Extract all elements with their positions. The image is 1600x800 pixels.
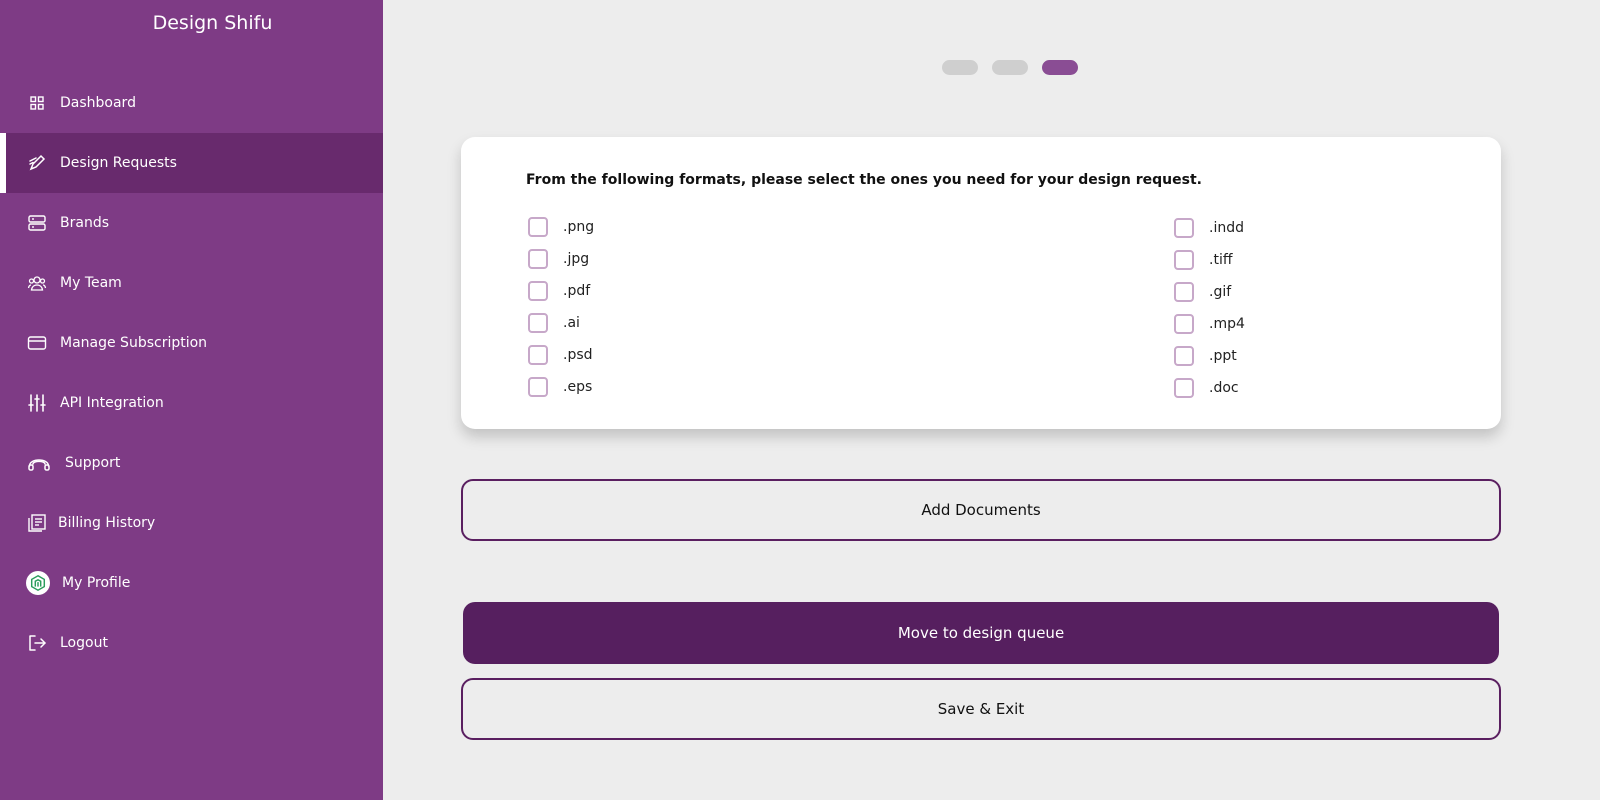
brand-title: Design Shifu: [152, 12, 273, 34]
format-label: .ppt: [1209, 348, 1237, 364]
format-option-eps[interactable]: .eps: [528, 377, 592, 397]
team-icon: [27, 273, 47, 293]
format-label: .gif: [1209, 284, 1232, 300]
sidebar-item-support[interactable]: Support: [0, 433, 383, 493]
format-option-pdf[interactable]: .pdf: [528, 281, 590, 301]
format-question: From the following formats, please selec…: [526, 172, 1202, 188]
format-label: .pdf: [563, 283, 591, 299]
checkbox[interactable]: [528, 217, 548, 237]
headset-icon: [27, 453, 51, 473]
checkbox[interactable]: [528, 345, 548, 365]
sidebar-item-label: Logout: [60, 635, 108, 651]
checkbox[interactable]: [528, 281, 548, 301]
sidebar-item-label: Brands: [60, 215, 109, 231]
format-label: .indd: [1209, 220, 1244, 236]
sidebar-item-brands[interactable]: Brands: [0, 193, 383, 253]
sidebar-item-billing-history[interactable]: Billing History: [0, 493, 383, 553]
checkbox[interactable]: [528, 313, 548, 333]
sliders-icon: [27, 393, 47, 413]
format-option-mp4[interactable]: .mp4: [1174, 314, 1245, 334]
checkbox[interactable]: [1174, 250, 1194, 270]
sidebar-item-dashboard[interactable]: Dashboard: [0, 73, 383, 133]
receipt-icon: [27, 513, 47, 533]
format-label: .ai: [563, 315, 580, 331]
format-option-ppt[interactable]: .ppt: [1174, 346, 1237, 366]
logout-icon: [27, 633, 47, 653]
checkbox[interactable]: [1174, 346, 1194, 366]
sidebar-item-label: Design Requests: [60, 155, 177, 171]
sidebar-item-label: Support: [65, 455, 121, 471]
sidebar-item-label: My Profile: [62, 575, 131, 591]
sidebar-item-design-requests[interactable]: Design Requests: [0, 133, 383, 193]
pen-icon: [27, 153, 47, 173]
sidebar-item-label: Manage Subscription: [60, 335, 208, 351]
step-dot-3-active: [1042, 60, 1078, 75]
checkbox[interactable]: [1174, 378, 1194, 398]
add-documents-button[interactable]: Add Documents: [461, 479, 1501, 541]
checkbox[interactable]: [1174, 218, 1194, 238]
avatar-icon: [26, 571, 50, 595]
format-label: .tiff: [1209, 252, 1233, 268]
checkbox[interactable]: [528, 249, 548, 269]
sidebar-item-label: API Integration: [60, 395, 164, 411]
sidebar-item-label: Dashboard: [60, 95, 136, 111]
format-option-ai[interactable]: .ai: [528, 313, 580, 333]
sidebar-item-logout[interactable]: Logout: [0, 613, 383, 673]
format-option-tiff[interactable]: .tiff: [1174, 250, 1232, 270]
format-option-jpg[interactable]: .jpg: [528, 249, 589, 269]
checkbox[interactable]: [528, 377, 548, 397]
sidebar-nav: Dashboard Design Requests Brands My Team…: [0, 73, 383, 673]
format-option-png[interactable]: .png: [528, 217, 594, 237]
format-label: .jpg: [563, 251, 590, 267]
sidebar-item-my-profile[interactable]: My Profile: [0, 553, 383, 613]
card-icon: [27, 333, 47, 353]
format-option-doc[interactable]: .doc: [1174, 378, 1239, 398]
format-label: .mp4: [1209, 316, 1245, 332]
move-to-design-queue-button[interactable]: Move to design queue: [463, 602, 1499, 664]
sidebar-item-api-integration[interactable]: API Integration: [0, 373, 383, 433]
save-exit-button[interactable]: Save & Exit: [461, 678, 1501, 740]
checkbox[interactable]: [1174, 314, 1194, 334]
step-dot-1: [942, 60, 978, 75]
format-label: .png: [563, 219, 595, 235]
format-option-psd[interactable]: .psd: [528, 345, 593, 365]
sidebar-item-my-team[interactable]: My Team: [0, 253, 383, 313]
sidebar: Design Shifu Dashboard Design Requests B…: [0, 0, 383, 800]
sidebar-item-label: Billing History: [58, 515, 156, 531]
format-label: .doc: [1209, 380, 1239, 396]
format-label: .psd: [563, 347, 593, 363]
grid-icon: [27, 93, 47, 113]
format-option-gif[interactable]: .gif: [1174, 282, 1231, 302]
step-dot-2: [992, 60, 1028, 75]
format-label: .eps: [563, 379, 593, 395]
checkbox[interactable]: [1174, 282, 1194, 302]
server-icon: [27, 213, 47, 233]
format-option-indd[interactable]: .indd: [1174, 218, 1244, 238]
format-selection-card: From the following formats, please selec…: [461, 137, 1501, 429]
step-indicator: [942, 60, 1078, 75]
sidebar-item-manage-subscription[interactable]: Manage Subscription: [0, 313, 383, 373]
sidebar-item-label: My Team: [60, 275, 122, 291]
